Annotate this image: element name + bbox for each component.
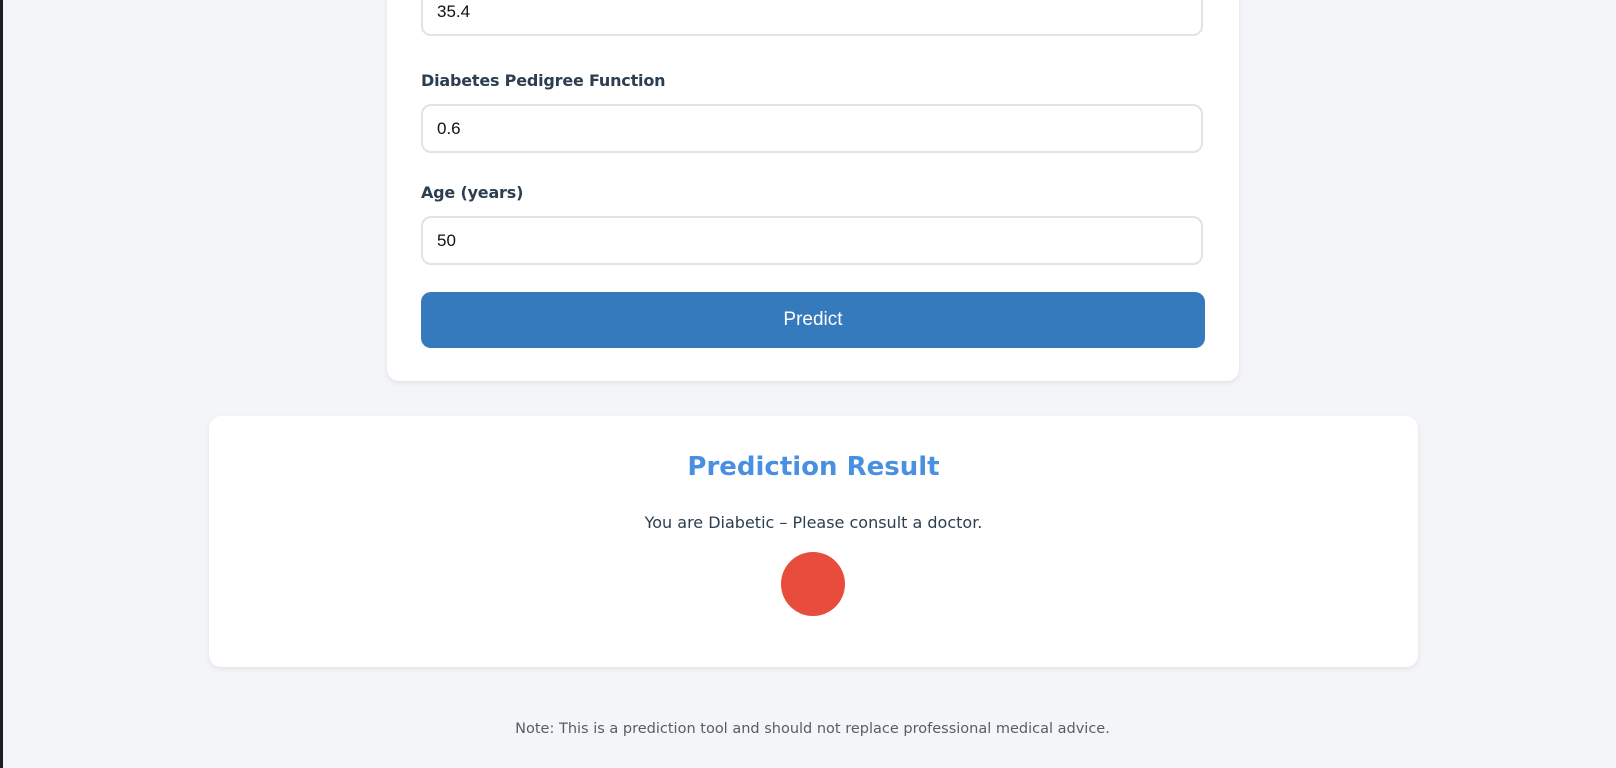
age-label: Age (years) (421, 183, 524, 202)
disclaimer-note: Note: This is a prediction tool and shou… (515, 721, 1110, 737)
diabetic-status-indicator (781, 552, 845, 616)
window-left-edge (0, 0, 3, 768)
diabetes-pedigree-label: Diabetes Pedigree Function (421, 71, 666, 90)
result-title: Prediction Result (687, 452, 940, 482)
prediction-form: Diabetes Pedigree Function Age (years) P… (387, 0, 1239, 381)
diabetes-pedigree-input[interactable] (421, 104, 1203, 153)
predict-button[interactable]: Predict (421, 292, 1205, 348)
result-message: You are Diabetic – Please consult a doct… (644, 513, 983, 532)
bmi-input[interactable] (421, 0, 1203, 36)
result-card: Prediction Result You are Diabetic – Ple… (209, 416, 1418, 667)
age-input[interactable] (421, 216, 1203, 265)
